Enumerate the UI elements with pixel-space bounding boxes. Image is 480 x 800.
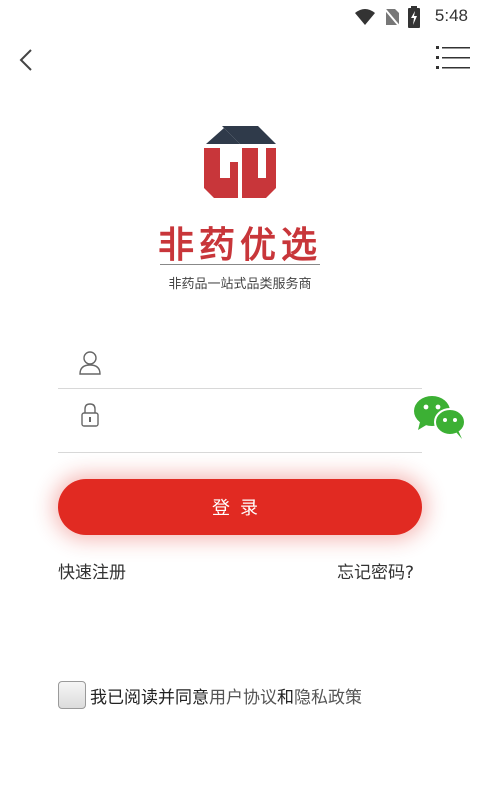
menu-list-icon xyxy=(436,46,470,69)
menu-button[interactable] xyxy=(436,44,470,76)
back-button[interactable] xyxy=(10,42,42,78)
brand-name: 非药优选 xyxy=(157,225,322,266)
agreement-and-text: 和 xyxy=(277,687,294,708)
agreement-text: 我已阅读并同意 xyxy=(90,687,209,708)
privacy-policy-link[interactable]: 隐私政策 xyxy=(294,683,362,708)
password-input[interactable] xyxy=(122,412,416,444)
forgot-password-link[interactable]: 忘记密码? xyxy=(337,558,414,583)
status-icons xyxy=(354,6,420,28)
user-icon xyxy=(79,351,101,375)
login-button[interactable]: 登录 xyxy=(58,479,422,535)
status-time: 5:48 xyxy=(434,6,468,25)
battery-charging-icon xyxy=(408,6,420,28)
wechat-login-button[interactable] xyxy=(412,394,468,440)
username-input[interactable] xyxy=(122,348,416,380)
chevron-left-icon xyxy=(19,49,32,71)
register-link[interactable]: 快速注册 xyxy=(58,558,126,583)
agreement-checkbox[interactable] xyxy=(58,681,86,709)
brand-logo xyxy=(204,126,276,198)
wifi-icon xyxy=(355,9,375,25)
lock-icon xyxy=(81,403,99,427)
no-sim-icon xyxy=(384,7,400,27)
agreement-row: 我已阅读并同意 用户协议 和 隐私政策 xyxy=(58,681,362,709)
password-field xyxy=(58,402,422,453)
brand-divider xyxy=(160,264,320,265)
status-bar: 5:48 xyxy=(0,0,480,34)
user-agreement-link[interactable]: 用户协议 xyxy=(209,683,277,708)
wechat-icon xyxy=(414,396,466,439)
top-bar xyxy=(0,34,480,86)
username-field xyxy=(58,338,422,389)
brand-tagline: 非药品一站式品类服务商 xyxy=(168,277,312,292)
